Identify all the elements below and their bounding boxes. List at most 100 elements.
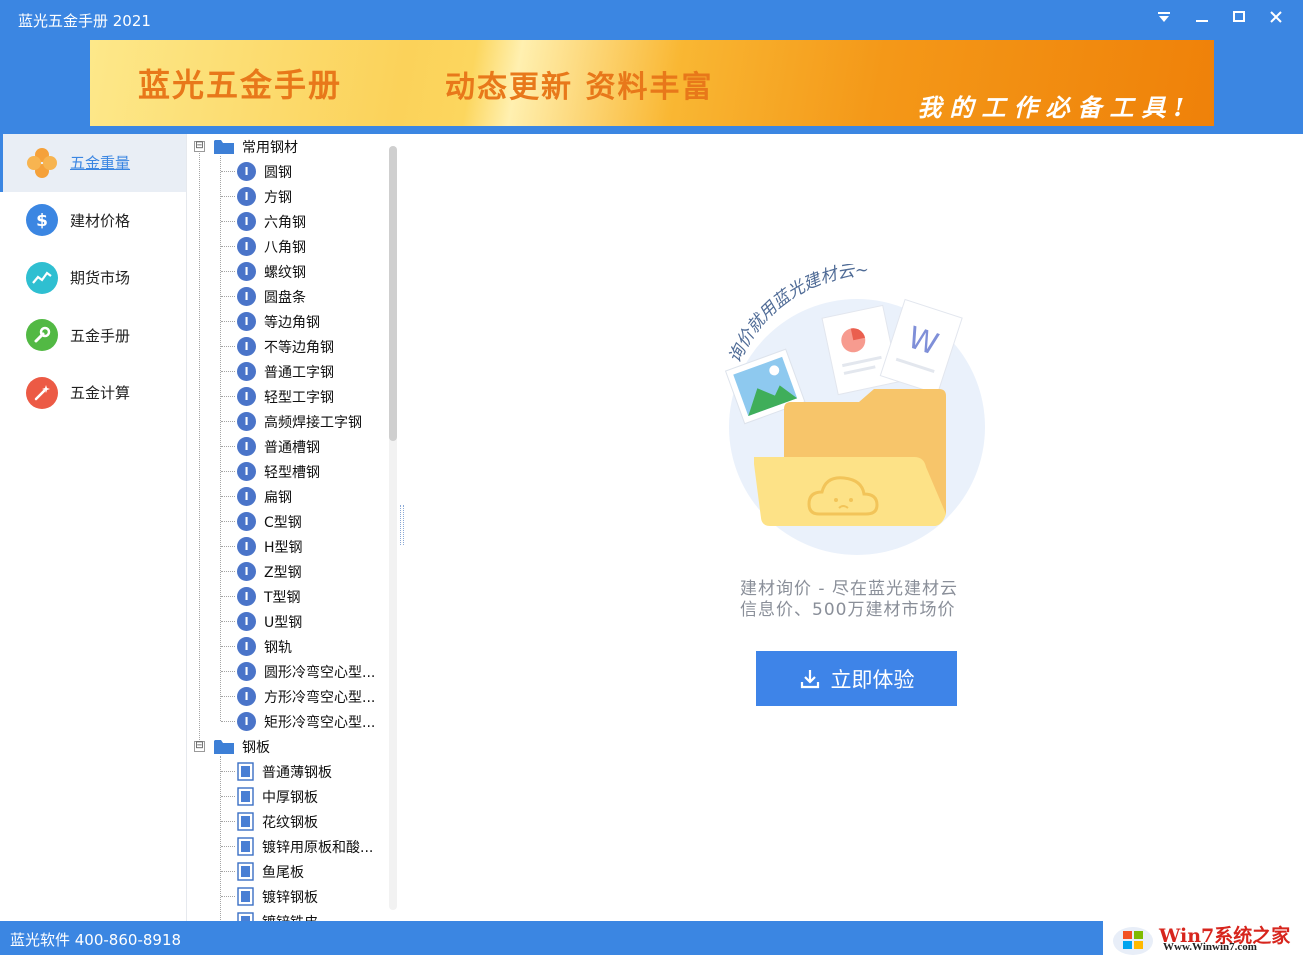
tree-item-label: 镀锌用原板和酸...	[262, 839, 374, 856]
tree-item[interactable]: I C型钢	[237, 509, 302, 534]
i-beam-icon: I	[237, 487, 256, 506]
tree-scrollbar-thumb[interactable]	[389, 146, 397, 441]
tree-item[interactable]: I 圆形冷弯空心型...	[237, 659, 375, 684]
document-icon	[237, 787, 254, 806]
tree-guide-line	[221, 871, 235, 872]
sidebar-item-hardware-calc[interactable]: 五金计算	[0, 364, 186, 422]
status-text: 蓝光软件 400-860-8918	[10, 931, 182, 949]
try-now-button[interactable]: 立即体验	[756, 651, 957, 706]
i-beam-icon: I	[237, 187, 256, 206]
tree-item-label: 镀锌钢板	[262, 889, 318, 906]
tree-item[interactable]: 镀锌钢板	[237, 884, 318, 909]
tree-item[interactable]: 镀锌用原板和酸...	[237, 834, 373, 859]
tree-item[interactable]: 镀锌铁皮	[237, 909, 318, 921]
tree-item[interactable]: 普通薄钢板	[237, 759, 332, 784]
tree-group[interactable]: ⊟ 常用钢材	[188, 134, 298, 159]
tree-guide-line	[221, 271, 235, 272]
tree-item[interactable]: I 高频焊接工字钢	[237, 409, 362, 434]
tree-item[interactable]: I 圆盘条	[237, 284, 306, 309]
tree-item[interactable]: I 轻型工字钢	[237, 384, 334, 409]
i-beam-icon: I	[237, 162, 256, 181]
collapse-toggle[interactable]: ⊟	[194, 141, 205, 152]
tree-item[interactable]: I 矩形冷弯空心型...	[237, 709, 375, 734]
sidebar-item-hardware-weight[interactable]: 五金重量	[0, 134, 186, 192]
sidebar-item-label: 五金计算	[70, 384, 131, 403]
i-beam-icon: I	[237, 587, 256, 606]
tree-item-label: 高频焊接工字钢	[264, 414, 362, 431]
close-button[interactable]	[1259, 4, 1293, 30]
tree-item[interactable]: I 八角钢	[237, 234, 306, 259]
tree-guide-line	[221, 771, 235, 772]
maximize-button[interactable]	[1222, 4, 1256, 30]
tree-guide-line	[221, 521, 235, 522]
tree-item-label: 圆钢	[264, 164, 292, 181]
material-tree: ⊟ 常用钢材 I 圆钢 I 方钢 I 六角钢 I 八角钢 I 螺纹钢 I 圆盘条 I 等边角钢 I 不等边角钢 I 普…	[188, 134, 400, 921]
minimize-icon	[1196, 20, 1208, 22]
tree-item[interactable]: I 方钢	[237, 184, 292, 209]
tree-guide-line	[221, 471, 235, 472]
banner-slogan: 动态更新 资料丰富	[445, 70, 714, 105]
tree-item[interactable]: I T型钢	[237, 584, 301, 609]
tree-item[interactable]: I 轻型槽钢	[237, 459, 320, 484]
minimize-button[interactable]	[1185, 4, 1219, 30]
tree-item-label: 镀锌铁皮	[262, 912, 318, 922]
tree-group[interactable]: ⊟ 钢板	[188, 734, 270, 759]
i-beam-icon: I	[237, 612, 256, 631]
try-now-label: 立即体验	[830, 668, 915, 692]
tree-item[interactable]: I 钢轨	[237, 634, 292, 659]
tree-guide-line	[221, 846, 235, 847]
tree-item[interactable]: I U型钢	[237, 609, 302, 634]
tree-item[interactable]: I 普通槽钢	[237, 434, 320, 459]
tree-item-label: 普通工字钢	[264, 364, 334, 381]
tree-guide-line	[221, 896, 235, 897]
tree-item[interactable]: I 普通工字钢	[237, 359, 334, 384]
document-icon	[237, 812, 254, 831]
tree-guide-line	[221, 196, 235, 197]
tree-item[interactable]: 中厚钢板	[237, 784, 318, 809]
tree-item[interactable]: I H型钢	[237, 534, 303, 559]
tree-item-label: 螺纹钢	[264, 264, 306, 281]
tree-item-label: 六角钢	[264, 214, 306, 231]
sidebar-item-material-price[interactable]: $ 建材价格	[0, 192, 186, 250]
close-icon	[1270, 11, 1282, 23]
collapse-toggle[interactable]: ⊟	[194, 741, 205, 752]
tree-item-label: 普通槽钢	[264, 439, 320, 456]
tree-item-label: C型钢	[264, 514, 302, 531]
banner-frame: 蓝光五金手册 动态更新 资料丰富 我的工作必备工具!	[0, 40, 1303, 134]
tree-item-label: 钢轨	[264, 639, 292, 656]
i-beam-icon: I	[237, 437, 256, 456]
tree-item[interactable]: I 扁钢	[237, 484, 292, 509]
menu-dropdown-button[interactable]	[1147, 4, 1181, 30]
tree-guide-line	[221, 596, 235, 597]
sidebar-item-label: 五金手册	[70, 326, 131, 345]
i-beam-icon: I	[237, 462, 256, 481]
tree-scrollbar[interactable]	[389, 146, 397, 910]
folder-icon	[214, 139, 234, 154]
i-beam-icon: I	[237, 312, 256, 331]
tree-item[interactable]: I 方形冷弯空心型...	[237, 684, 375, 709]
sidebar-item-futures-market[interactable]: 期货市场	[0, 249, 186, 307]
tree-item[interactable]: I Z型钢	[237, 559, 302, 584]
maximize-icon	[1233, 11, 1245, 22]
tree-item[interactable]: I 圆钢	[237, 159, 292, 184]
tree-guide-line	[221, 421, 235, 422]
tree-item[interactable]: 鱼尾板	[237, 859, 304, 884]
tree-guide-line	[221, 296, 235, 297]
tree-item[interactable]: I 等边角钢	[237, 309, 320, 334]
tree-guide-line	[199, 151, 200, 746]
cloud-folder-illustration: 询价就用蓝光建材云~ W	[724, 264, 985, 555]
magic-wand-icon	[26, 376, 58, 409]
tree-item[interactable]: 花纹钢板	[237, 809, 318, 834]
tree-item[interactable]: I 螺纹钢	[237, 259, 306, 284]
tree-item-label: 不等边角钢	[264, 339, 334, 356]
svg-text:$: $	[36, 211, 48, 230]
tree-item[interactable]: I 六角钢	[237, 209, 306, 234]
tree-group-label: 常用钢材	[242, 139, 298, 156]
sidebar-item-hardware-manual[interactable]: 五金手册	[0, 307, 186, 365]
tree-item-label: Z型钢	[264, 564, 302, 581]
i-beam-icon: I	[237, 362, 256, 381]
tree-guide-line	[221, 246, 235, 247]
tree-item[interactable]: I 不等边角钢	[237, 334, 334, 359]
document-icon	[237, 837, 254, 856]
tree-item-label: H型钢	[264, 539, 303, 556]
